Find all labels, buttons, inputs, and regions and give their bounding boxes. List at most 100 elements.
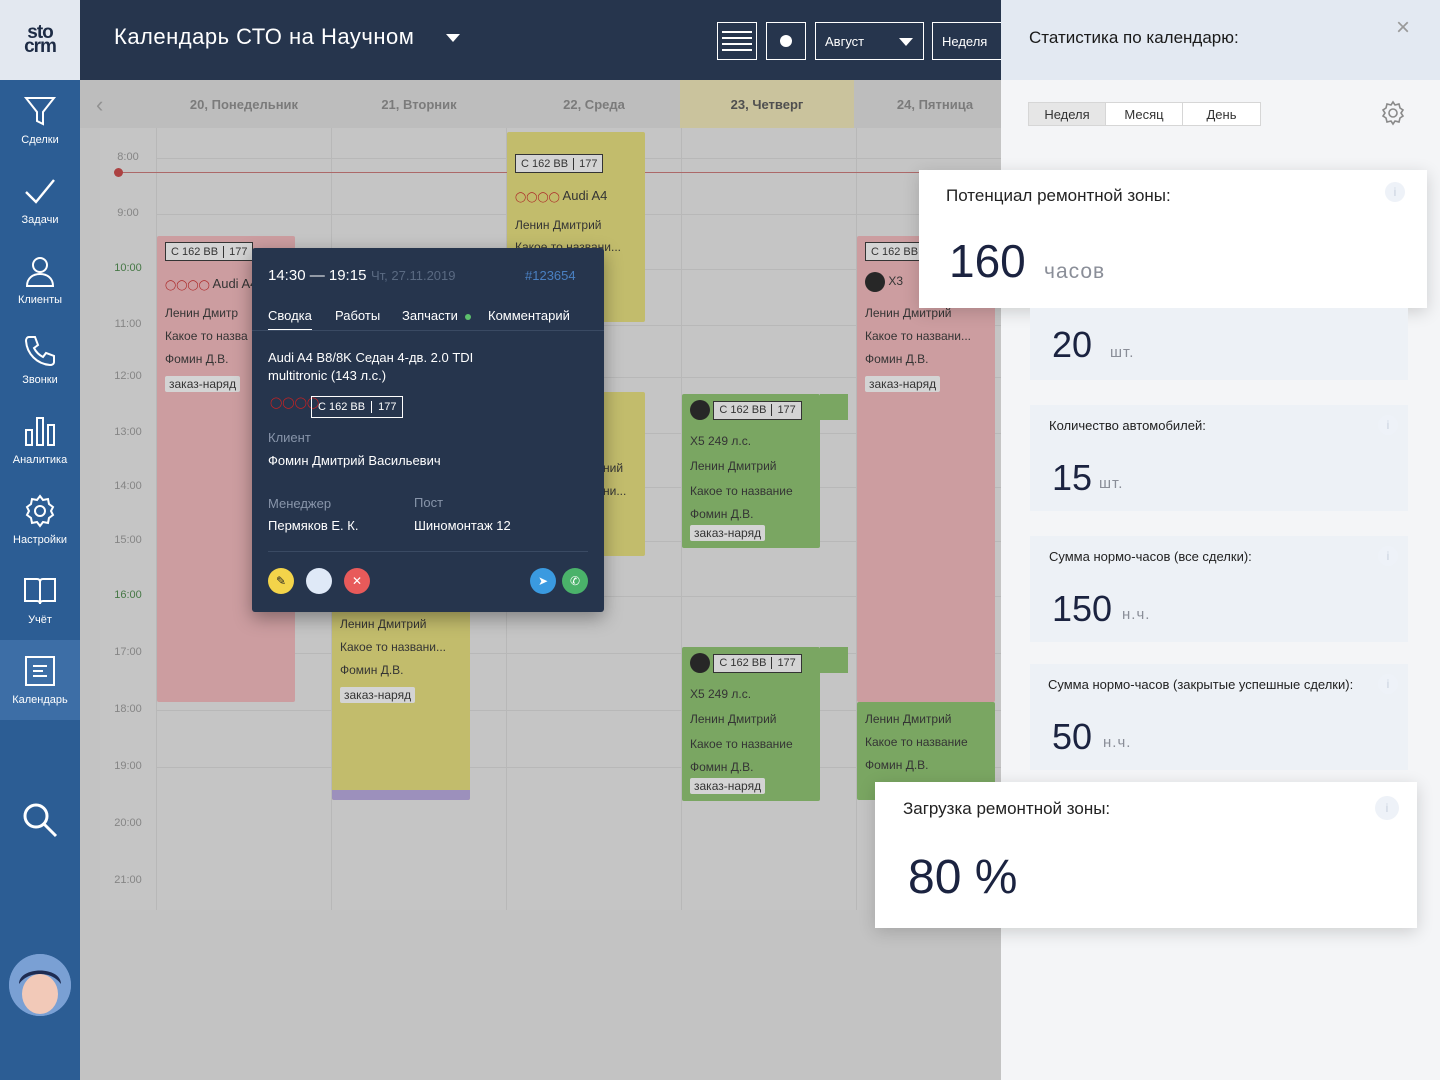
book-icon xyxy=(24,578,56,605)
calendar-icon xyxy=(25,656,55,686)
logo[interactable]: sto crm xyxy=(0,0,80,80)
plate-region: 177 xyxy=(371,401,402,413)
list-view-button[interactable] xyxy=(717,22,757,60)
stat-value: 150 xyxy=(1052,588,1113,629)
event-popup: 14:30 — 19:15 Чт, 27.11.2019 #123654 Сво… xyxy=(252,248,604,612)
status-dot-icon xyxy=(465,314,471,320)
call-button[interactable]: ✆ xyxy=(562,568,588,594)
info-icon[interactable]: i xyxy=(1378,415,1398,435)
manager-name: Пермяков Е. К. xyxy=(268,518,359,533)
logo-text-bottom: crm xyxy=(24,36,57,57)
sidebar-item-label: Звонки xyxy=(22,374,58,386)
stat-title: Сумма нормо-часов (все сделки): xyxy=(1049,549,1252,564)
popup-id[interactable]: #123654 xyxy=(525,268,576,283)
stats-panel-title: Статистика по календарю: xyxy=(1029,28,1239,47)
stat-card-count: 20 шт. xyxy=(1030,308,1408,380)
phone-icon xyxy=(24,336,55,367)
stat-title: Количество автомобилей: xyxy=(1049,418,1206,433)
tab-parts[interactable]: Запчасти xyxy=(402,308,458,323)
today-button[interactable] xyxy=(766,22,806,60)
stat-title: Сумма нормо-часов (закрытые успешные сде… xyxy=(1048,677,1354,692)
avatar[interactable] xyxy=(9,954,71,1016)
user-icon xyxy=(25,257,55,287)
chevron-down-icon xyxy=(899,38,913,46)
checkmark-icon xyxy=(25,179,55,204)
paper-plane-icon: ➤ xyxy=(537,574,549,588)
view-select-value: Неделя xyxy=(942,33,988,49)
period-tabs: Неделя Месяц День xyxy=(1028,102,1261,126)
close-icon[interactable]: × xyxy=(1396,14,1410,42)
bar-chart-icon xyxy=(25,417,55,446)
client-label: Клиент xyxy=(268,430,311,445)
color-button[interactable] xyxy=(306,568,332,594)
info-icon[interactable]: i xyxy=(1375,796,1399,820)
stat-unit: шт. xyxy=(1099,475,1124,492)
tab-week[interactable]: Неделя xyxy=(1029,103,1106,125)
stat-card-load: Загрузка ремонтной зоны: 80 % i xyxy=(875,782,1417,928)
edit-button[interactable]: ✎ xyxy=(268,568,294,594)
phone-icon: ✆ xyxy=(569,574,581,588)
delete-button[interactable]: ✕ xyxy=(344,568,370,594)
sidebar-item-label: Настройки xyxy=(13,534,67,546)
tab-summary[interactable]: Сводка xyxy=(268,308,312,331)
sidebar-item-settings[interactable]: Настройки xyxy=(0,480,80,560)
client-name[interactable]: Фомин Дмитрий Васильевич xyxy=(268,453,441,468)
car-description-2: multitronic (143 л.с.) xyxy=(268,368,387,383)
car-description: Audi A4 B8/8K Седан 4-дв. 2.0 TDI xyxy=(268,350,474,365)
sidebar-item-calendar[interactable]: Календарь xyxy=(0,640,80,720)
sidebar-item-tasks[interactable]: Задачи xyxy=(0,160,80,240)
stat-title: Потенциал ремонтной зоны: xyxy=(946,186,1171,205)
tab-works[interactable]: Работы xyxy=(335,308,380,323)
sidebar-item-label: Сделки xyxy=(21,134,59,146)
close-icon: ✕ xyxy=(351,574,363,588)
tab-month[interactable]: Месяц xyxy=(1106,103,1183,125)
sidebar-item-analytics[interactable]: Аналитика xyxy=(0,400,80,480)
stat-value: 20 xyxy=(1052,324,1093,365)
license-plate: С 162 ВВ 177 xyxy=(311,396,404,418)
popup-date: Чт, 27.11.2019 xyxy=(371,268,456,283)
sidebar-item-label: Задачи xyxy=(21,214,59,226)
month-select[interactable]: Август xyxy=(815,22,924,60)
stat-card-potential: Потенциал ремонтной зоны: 160 часов i xyxy=(919,170,1427,308)
sidebar-item-accounting[interactable]: Учёт xyxy=(0,560,80,640)
plate-number: С 162 ВВ xyxy=(318,401,366,413)
sidebar-item-label: Аналитика xyxy=(12,454,68,466)
calendar-title[interactable]: Календарь СТО на Научном xyxy=(114,24,414,50)
tab-day[interactable]: День xyxy=(1183,103,1260,125)
info-icon[interactable]: i xyxy=(1378,546,1398,566)
grid-list-icon xyxy=(722,31,752,51)
sidebar-item-calls[interactable]: Звонки xyxy=(0,320,80,400)
sidebar-item-deals[interactable]: Сделки xyxy=(0,80,80,160)
stat-unit: н.ч. xyxy=(1103,734,1132,751)
tab-divider xyxy=(252,330,604,331)
funnel-icon xyxy=(23,97,57,126)
search-icon[interactable] xyxy=(20,800,60,840)
manager-label: Менеджер xyxy=(268,496,332,511)
sidebar-item-label: Клиенты xyxy=(17,294,63,306)
info-icon[interactable]: i xyxy=(1385,182,1405,202)
stat-value: 50 xyxy=(1052,716,1093,757)
sidebar-item-label: Календарь xyxy=(12,694,68,706)
avatar-face-icon xyxy=(9,954,71,1016)
sidebar-item-clients[interactable]: Клиенты xyxy=(0,240,80,320)
pencil-icon: ✎ xyxy=(275,574,287,588)
info-icon[interactable]: i xyxy=(1378,674,1398,694)
stat-card-hours-all: Сумма нормо-часов (все сделки): 150 н.ч.… xyxy=(1030,536,1408,642)
popup-divider xyxy=(268,551,588,552)
chevron-down-icon[interactable] xyxy=(446,34,460,42)
stat-value: 80 % xyxy=(908,851,1018,904)
month-select-value: Август xyxy=(825,33,865,49)
stat-unit: шт. xyxy=(1110,344,1135,361)
view-select[interactable]: Неделя xyxy=(932,22,1001,60)
gear-icon[interactable] xyxy=(1380,100,1406,126)
gear-icon xyxy=(25,494,55,528)
telegram-button[interactable]: ➤ xyxy=(530,568,556,594)
stat-card-hours-closed: Сумма нормо-часов (закрытые успешные сде… xyxy=(1030,664,1408,770)
stat-value: 15 xyxy=(1052,457,1093,498)
stat-unit: часов xyxy=(1044,260,1106,283)
tab-comment[interactable]: Комментарий xyxy=(488,308,570,323)
stat-value: 160 xyxy=(949,235,1026,287)
stat-title: Загрузка ремонтной зоны: xyxy=(903,799,1111,818)
popup-time: 14:30 — 19:15 xyxy=(268,267,367,284)
sidebar-item-label: Учёт xyxy=(28,614,52,626)
